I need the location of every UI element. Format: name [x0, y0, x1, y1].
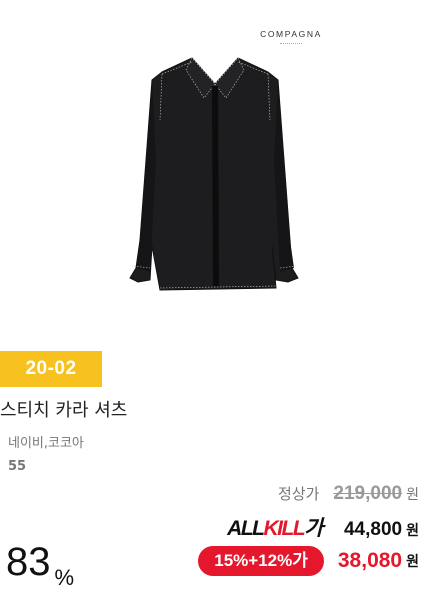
allkill-logo: ALLKILL가: [227, 517, 323, 540]
regular-price-row: 정상가 219,000 원: [278, 483, 419, 505]
allkill-price: 44,800: [343, 519, 403, 540]
allkill-price-row: ALLKILL가 44,800 원: [227, 512, 419, 542]
product-name[interactable]: 스티치 카라 셔츠: [0, 396, 127, 422]
product-size: 55: [8, 459, 27, 474]
currency-label: 원: [406, 554, 419, 570]
product-colors: 네이비,코코아: [8, 436, 84, 451]
discount-value: 83: [6, 540, 51, 584]
promo-badge: 15%+12%가: [198, 546, 324, 576]
product-image[interactable]: COMPAGNA: [0, 0, 431, 340]
product-tag: 20-02: [0, 351, 102, 387]
currency-label: 원: [406, 487, 419, 503]
discount-rate: 83 %: [6, 540, 74, 590]
brand-name: COMPAGNA: [260, 29, 322, 39]
currency-label: 원: [406, 523, 419, 539]
regular-price-label: 정상가: [278, 485, 320, 503]
discount-unit: %: [54, 565, 75, 590]
final-price: 38,080: [337, 549, 403, 572]
final-price-row: 15%+12%가 38,080 원: [198, 546, 419, 576]
shirt-image: [129, 57, 299, 291]
regular-price: 219,000: [333, 483, 403, 504]
product-card[interactable]: COMPAGNA 20-02 스티치 카라 셔츠 네이비,코코아 55 정상가 …: [0, 0, 431, 600]
